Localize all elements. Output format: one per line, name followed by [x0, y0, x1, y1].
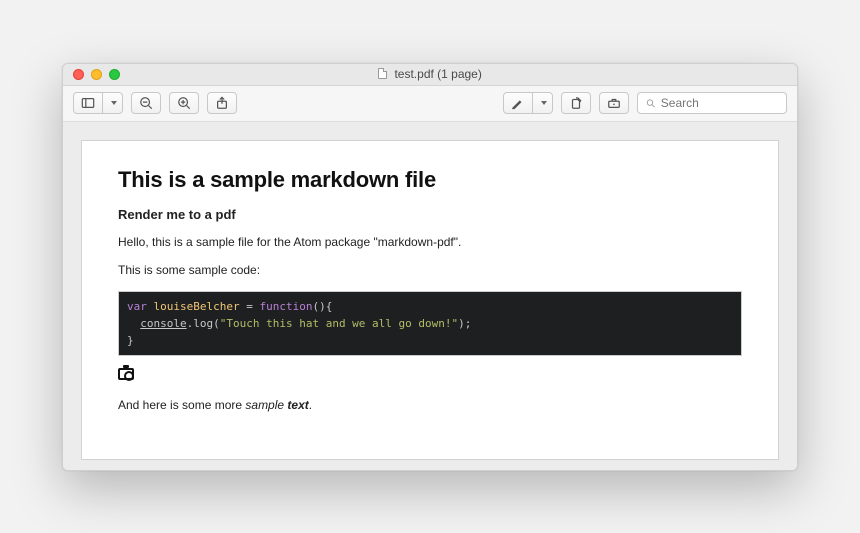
text-bold-italic: text: [287, 398, 308, 412]
rotate-button[interactable]: [561, 92, 591, 114]
window-title: test.pdf (1 page): [63, 67, 797, 81]
markup-toolbar-button[interactable]: [599, 92, 629, 114]
code-punct: );: [458, 317, 471, 330]
code-punct: }: [127, 334, 134, 347]
toolbar: [63, 86, 797, 122]
search-icon: [646, 98, 656, 109]
document-icon: [378, 68, 387, 79]
code-operator: =: [240, 300, 260, 313]
sidebar-icon: [81, 96, 95, 110]
code-function: console: [140, 317, 186, 330]
zoom-in-button[interactable]: [169, 92, 199, 114]
code-keyword: var: [127, 300, 147, 313]
code-punct: (){: [312, 300, 332, 313]
paragraph-code-lead: This is some sample code:: [118, 262, 742, 279]
titlebar: test.pdf (1 page): [63, 64, 797, 86]
share-icon: [215, 96, 229, 110]
search-input[interactable]: [661, 96, 778, 110]
sidebar-toggle-button[interactable]: [73, 92, 103, 114]
share-button[interactable]: [207, 92, 237, 114]
camera-icon: [118, 368, 134, 380]
code-block: var louiseBelcher = function(){ console.…: [118, 291, 742, 356]
app-window: test.pdf (1 page): [62, 63, 798, 471]
highlight-icon: [511, 96, 525, 110]
toolbox-icon: [607, 96, 621, 110]
code-punct: .log(: [187, 317, 220, 330]
paragraph-outro: And here is some more sample text.: [118, 397, 742, 414]
page-heading-1: This is a sample markdown file: [118, 167, 742, 193]
sidebar-menu-button[interactable]: [103, 92, 123, 114]
rotate-icon: [569, 96, 583, 110]
maximize-button[interactable]: [109, 69, 120, 80]
markup-button-group: [503, 92, 553, 114]
minimize-button[interactable]: [91, 69, 102, 80]
highlight-button[interactable]: [503, 92, 533, 114]
content-viewport[interactable]: This is a sample markdown file Render me…: [63, 122, 797, 470]
window-controls: [73, 69, 120, 80]
text-suffix: .: [309, 398, 312, 412]
text-italic: sample: [245, 398, 287, 412]
highlight-menu-button[interactable]: [533, 92, 553, 114]
pdf-page: This is a sample markdown file Render me…: [81, 140, 779, 460]
code-identifier: louiseBelcher: [154, 300, 240, 313]
page-heading-2: Render me to a pdf: [118, 207, 742, 222]
chevron-down-icon: [541, 101, 547, 105]
paragraph-intro: Hello, this is a sample file for the Ato…: [118, 234, 742, 251]
code-string: "Touch this hat and we all go down!": [220, 317, 458, 330]
close-button[interactable]: [73, 69, 84, 80]
code-keyword: function: [259, 300, 312, 313]
zoom-out-button[interactable]: [131, 92, 161, 114]
search-field[interactable]: [637, 92, 787, 114]
code-indent: [127, 317, 140, 330]
window-title-text: test.pdf (1 page): [394, 67, 481, 81]
sidebar-button-group: [73, 92, 123, 114]
text-prefix: And here is some more: [118, 398, 245, 412]
zoom-in-icon: [177, 96, 191, 110]
chevron-down-icon: [111, 101, 117, 105]
zoom-out-icon: [139, 96, 153, 110]
